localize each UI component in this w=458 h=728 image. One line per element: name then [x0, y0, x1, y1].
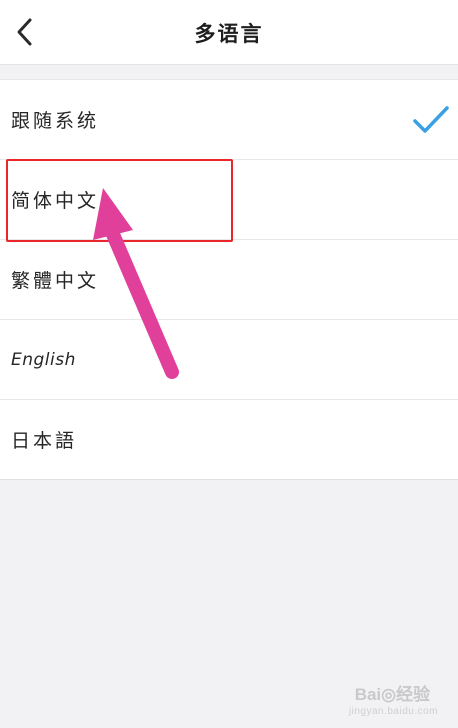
- watermark-url: jingyan.baidu.com: [348, 706, 438, 717]
- language-option-traditional-chinese[interactable]: 繁體中文: [0, 240, 458, 320]
- highlight-box: [6, 159, 233, 242]
- language-label: 跟随系统: [11, 110, 100, 132]
- language-option-japanese[interactable]: 日本語: [0, 400, 458, 480]
- watermark-logo: Bai◎经验: [354, 685, 430, 704]
- language-list: 跟随系统 简体中文 繁體中文 English 日本語: [0, 79, 458, 480]
- language-label: 日本語: [11, 430, 78, 452]
- language-option-english[interactable]: English: [0, 320, 458, 400]
- language-option-follow-system[interactable]: 跟随系统: [0, 80, 458, 160]
- language-label: English: [11, 349, 76, 370]
- checkmark-icon: [413, 106, 449, 133]
- language-label: 繁體中文: [11, 270, 100, 292]
- navigation-bar: 多语言: [0, 0, 458, 65]
- page-title: 多语言: [194, 22, 264, 46]
